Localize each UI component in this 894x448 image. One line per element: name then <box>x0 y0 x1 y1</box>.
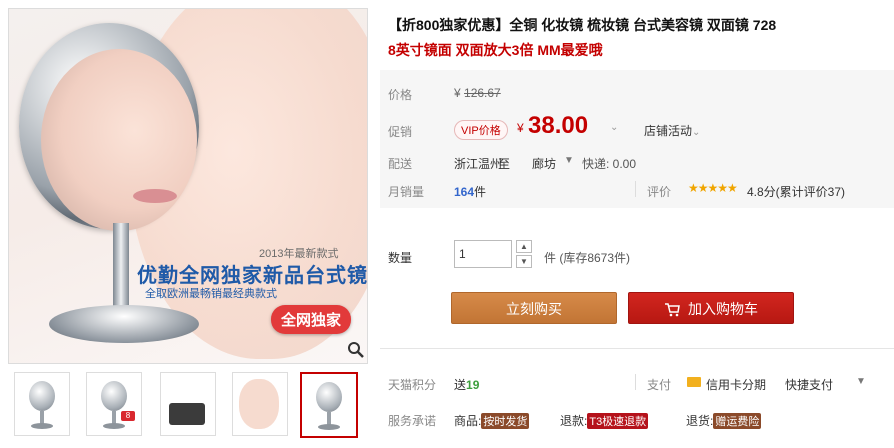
points-number: 19 <box>466 378 480 392</box>
delivery-fee: 快递: 0.00 <box>582 157 637 171</box>
thumb-mirror-shape <box>101 381 127 411</box>
rating-summary-link[interactable]: 4.8分(累计评价37) <box>747 183 845 200</box>
add-to-cart-button[interactable]: 加入购物车 <box>628 292 794 324</box>
divider <box>635 374 636 390</box>
product-detail-panel: 【折800独家优惠】全铜 化妆镜 梳妆镜 台式美容镜 双面镜 728 8英寸镜面… <box>380 0 894 448</box>
points-label: 天猫积分 <box>388 378 437 392</box>
reflection-lips <box>133 189 177 203</box>
section-divider <box>380 348 894 349</box>
monthly-sales-count: 164 <box>454 185 475 199</box>
quantity-label: 数量 <box>388 251 413 265</box>
product-title: 【折800独家优惠】全铜 化妆镜 梳妆镜 台式美容镜 双面镜 728 <box>388 17 777 33</box>
mirror-image <box>19 23 199 231</box>
service-refund-prefix: 退款: <box>560 414 588 428</box>
mirror-reflection <box>41 49 197 231</box>
credit-card-icon <box>687 377 701 387</box>
chevron-down-icon: ⌄ <box>692 127 701 138</box>
thumb-8x-badge: 8 <box>121 411 135 421</box>
points-value: 送19 <box>454 376 479 393</box>
thumb-cosmetics-image <box>169 403 205 425</box>
thumb-mirror-base <box>318 424 340 430</box>
thumbnail-4[interactable] <box>232 372 288 436</box>
rating-stars: ★★★★★ <box>688 181 738 195</box>
promo-subline: 全取欧洲最畅销最经典款式 <box>145 288 277 300</box>
service-label: 服务承诺 <box>388 414 437 428</box>
buy-now-button[interactable]: 立刻购买 <box>451 292 617 324</box>
product-gallery: 2013年最新款式 优勤全网独家新品台式镜 全取欧洲最畅销最经典款式 全网独家 … <box>0 0 372 448</box>
exclusive-badge: 全网独家 <box>271 305 352 334</box>
delivery-label: 配送 <box>388 157 413 171</box>
service-shipping-prefix: 商品: <box>454 414 482 428</box>
credit-card-installment-link[interactable]: 信用卡分期 <box>706 376 766 393</box>
promo-price: 38.00 <box>528 112 589 139</box>
service-refund[interactable]: 退款: T3极速退款 <box>560 412 649 429</box>
original-price-value: 126.67 <box>464 86 501 100</box>
service-return-tag: 赠运费险 <box>713 413 762 429</box>
original-price: ¥ 126.67 <box>454 86 501 100</box>
delivery-origin: 浙江温州 <box>454 157 503 171</box>
points-prefix: 送 <box>454 378 467 392</box>
caret-down-icon[interactable]: ▼ <box>564 155 574 166</box>
thumbnail-3[interactable] <box>160 372 216 436</box>
service-return[interactable]: 退货: 赠运费险 <box>686 412 762 429</box>
thumb-mirror-shape <box>316 382 342 412</box>
divider <box>635 181 636 197</box>
main-product-image[interactable]: 2013年最新款式 优勤全网独家新品台式镜 全取欧洲最畅销最经典款式 全网独家 <box>8 8 368 364</box>
service-shipping[interactable]: 商品: 按时发货 <box>454 412 530 429</box>
caret-down-icon[interactable]: ▼ <box>856 376 866 387</box>
price-panel: 价格 ¥ 126.67 促销 VIP价格 ¥ 38.00 ⌄ 店铺活动⌄ 配送 … <box>380 70 894 208</box>
add-to-cart-label: 加入购物车 <box>688 301 758 317</box>
quick-pay-dropdown[interactable]: 快捷支付 <box>785 376 833 393</box>
store-activity-label: 店铺活动 <box>644 124 693 138</box>
payment-label: 支付 <box>647 378 672 392</box>
thumbnail-5-selected[interactable] <box>300 372 358 438</box>
service-return-prefix: 退货: <box>686 414 714 428</box>
quantity-input[interactable] <box>454 240 512 268</box>
monthly-sales-label: 月销量 <box>388 185 425 199</box>
promo-label: 促销 <box>388 125 413 139</box>
stock-info: 件 (库存8673件) <box>544 251 631 265</box>
service-refund-tag: T3极速退款 <box>587 413 649 429</box>
delivery-to-text: 至 <box>498 157 511 171</box>
thumb-mirror-base <box>31 423 53 429</box>
thumb-face-image <box>239 379 279 429</box>
rating-label: 评价 <box>647 185 672 199</box>
cart-icon <box>665 303 680 317</box>
delivery-city-select[interactable]: 廊坊 <box>532 155 556 172</box>
monthly-sales: 164件 <box>454 183 486 200</box>
zoom-icon[interactable] <box>347 341 365 359</box>
vip-price-tag: VIP价格 <box>454 120 508 140</box>
chevron-down-icon[interactable]: ⌄ <box>610 122 618 133</box>
monthly-sales-unit: 件 <box>474 185 487 199</box>
promo-currency: ¥ <box>517 121 524 135</box>
promo-headline: 优勤全网独家新品台式镜 <box>137 265 368 287</box>
price-label: 价格 <box>388 88 413 102</box>
store-activity-dropdown[interactable]: 店铺活动⌄ <box>644 122 700 139</box>
mirror-base <box>49 305 199 343</box>
thumb-mirror-shape <box>29 381 55 411</box>
product-subtitle: 8英寸镜面 双面放大3倍 MM最爱哦 <box>388 42 603 58</box>
original-currency: ¥ <box>454 86 461 100</box>
service-shipping-tag: 按时发货 <box>481 413 530 429</box>
thumbnail-1[interactable] <box>14 372 70 436</box>
mirror-stem <box>113 223 129 313</box>
thumbnail-2[interactable]: 8 <box>86 372 142 436</box>
quantity-decrement-button[interactable]: ▼ <box>516 255 532 268</box>
quantity-increment-button[interactable]: ▲ <box>516 240 532 253</box>
thumb-mirror-base <box>103 423 125 429</box>
